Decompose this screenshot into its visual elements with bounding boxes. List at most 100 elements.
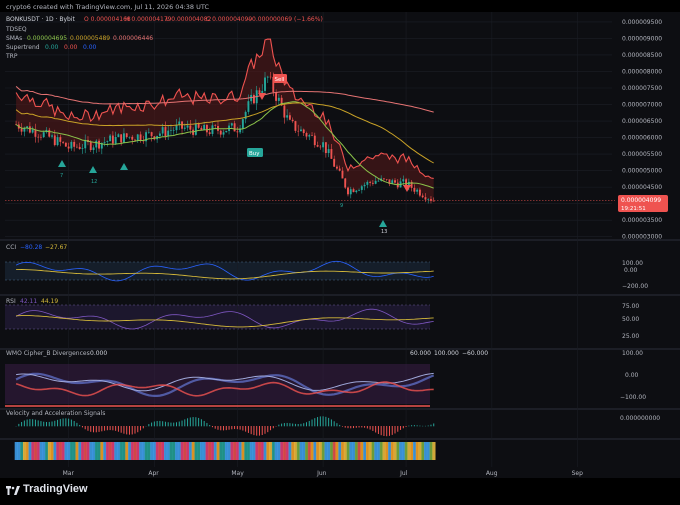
candle-body[interactable] <box>214 125 217 126</box>
candle-body[interactable] <box>161 127 164 134</box>
candle-body[interactable] <box>294 121 297 131</box>
candle-body[interactable] <box>128 136 131 138</box>
candle-body[interactable] <box>258 90 261 93</box>
candle-body[interactable] <box>432 200 435 202</box>
candle-body[interactable] <box>385 179 388 180</box>
candle-body[interactable] <box>64 142 67 147</box>
candle-body[interactable] <box>233 123 236 132</box>
candle-body[interactable] <box>95 140 98 148</box>
candle-body[interactable] <box>208 132 211 134</box>
candle-body[interactable] <box>382 178 385 180</box>
candle-body[interactable] <box>297 130 300 132</box>
candle-body[interactable] <box>311 135 314 136</box>
sma-label[interactable]: SMAs <box>6 35 22 42</box>
candle-body[interactable] <box>313 135 316 146</box>
candle-body[interactable] <box>136 134 139 141</box>
candle-body[interactable] <box>28 126 31 133</box>
candle-body[interactable] <box>360 186 363 190</box>
candle-body[interactable] <box>352 189 355 193</box>
candle-body[interactable] <box>42 132 45 138</box>
candle-body[interactable] <box>341 170 344 179</box>
wmo-label[interactable]: WMO Cipher_B Divergences <box>6 350 90 357</box>
candle-body[interactable] <box>402 179 405 182</box>
candle-body[interactable] <box>183 127 186 129</box>
candle-body[interactable] <box>252 94 255 104</box>
candle-body[interactable] <box>139 134 142 141</box>
candle-body[interactable] <box>261 90 264 93</box>
candle-body[interactable] <box>75 146 78 148</box>
chart-area[interactable]: 0.000009500 0.000009000 0.000008500 0.00000… <box>0 12 680 478</box>
candle-body[interactable] <box>194 123 197 135</box>
candle-body[interactable] <box>247 101 250 112</box>
candle-body[interactable] <box>106 141 109 143</box>
candle-body[interactable] <box>308 135 311 137</box>
candle-body[interactable] <box>109 135 112 142</box>
candle-body[interactable] <box>305 133 308 137</box>
candle-body[interactable] <box>67 146 70 149</box>
candle-body[interactable] <box>286 115 289 118</box>
candle-body[interactable] <box>92 147 95 151</box>
candle-body[interactable] <box>122 133 125 143</box>
candle-body[interactable] <box>335 166 338 169</box>
candle-body[interactable] <box>421 195 424 198</box>
candle-body[interactable] <box>70 141 73 149</box>
candle-body[interactable] <box>374 180 377 184</box>
trp-label[interactable]: TRP <box>5 53 18 60</box>
candle-body[interactable] <box>291 119 294 122</box>
price-axis[interactable] <box>615 12 680 478</box>
candle-body[interactable] <box>125 133 128 138</box>
candle-body[interactable] <box>369 181 372 183</box>
candle-body[interactable] <box>189 125 192 130</box>
candle-body[interactable] <box>416 189 419 192</box>
candle-body[interactable] <box>236 131 239 133</box>
candle-body[interactable] <box>150 132 153 137</box>
candle-body[interactable] <box>366 181 369 185</box>
candle-body[interactable] <box>56 137 59 146</box>
candle-body[interactable] <box>418 189 421 196</box>
candle-body[interactable] <box>59 137 62 142</box>
candle-body[interactable] <box>131 136 134 140</box>
candle-body[interactable] <box>81 148 84 150</box>
candle-body[interactable] <box>48 129 51 137</box>
candle-body[interactable] <box>172 130 175 131</box>
candle-body[interactable] <box>322 142 325 148</box>
velocity-label[interactable]: Velocity and Acceleration Signals <box>6 410 105 417</box>
candle-body[interactable] <box>111 135 114 144</box>
candle-body[interactable] <box>394 180 396 183</box>
candle-body[interactable] <box>62 141 65 143</box>
candle-body[interactable] <box>277 97 280 101</box>
candle-body[interactable] <box>288 115 291 120</box>
candle-body[interactable] <box>211 125 214 134</box>
candle-body[interactable] <box>244 111 247 120</box>
candle-body[interactable] <box>427 199 430 200</box>
candle-body[interactable] <box>167 130 170 136</box>
candle-body[interactable] <box>355 190 358 193</box>
candle-body[interactable] <box>327 149 330 154</box>
candle-body[interactable] <box>84 139 87 149</box>
candle-body[interactable] <box>117 134 120 137</box>
candle-body[interactable] <box>51 135 53 137</box>
candle-body[interactable] <box>424 197 427 200</box>
candle-body[interactable] <box>230 123 233 126</box>
candle-body[interactable] <box>219 130 222 135</box>
candle-body[interactable] <box>377 180 380 182</box>
candle-body[interactable] <box>147 132 150 133</box>
candle-body[interactable] <box>349 189 352 195</box>
candle-body[interactable] <box>363 184 366 187</box>
candle-body[interactable] <box>39 136 42 138</box>
candle-body[interactable] <box>275 92 278 101</box>
candle-body[interactable] <box>89 142 92 151</box>
candle-body[interactable] <box>299 129 302 132</box>
candle-body[interactable] <box>371 182 374 184</box>
candle-body[interactable] <box>283 105 286 118</box>
candle-body[interactable] <box>186 125 189 128</box>
candle-body[interactable] <box>302 129 305 134</box>
cci-label[interactable]: CCI <box>6 244 16 251</box>
candle-body[interactable] <box>269 76 272 78</box>
supertrend-label[interactable]: Supertrend <box>6 44 40 51</box>
candle-body[interactable] <box>114 136 117 144</box>
candle-body[interactable] <box>78 146 81 150</box>
candle-body[interactable] <box>34 129 37 137</box>
candle-body[interactable] <box>200 127 203 130</box>
candle-body[interactable] <box>316 145 319 147</box>
